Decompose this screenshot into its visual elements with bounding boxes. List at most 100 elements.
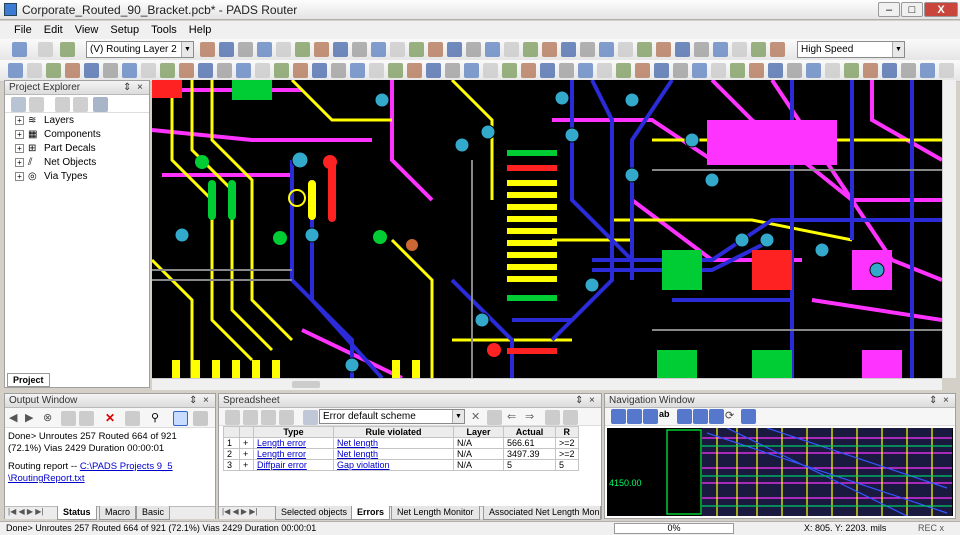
select-icon[interactable]: [238, 42, 253, 57]
report-icon[interactable]: [578, 63, 593, 78]
trace-icon[interactable]: [825, 63, 840, 78]
close-icon[interactable]: ×: [943, 394, 949, 407]
cursor-icon[interactable]: [711, 63, 726, 78]
forward-icon[interactable]: ▶: [25, 411, 40, 426]
route-icon[interactable]: [730, 63, 745, 78]
label-icon[interactable]: [293, 63, 308, 78]
back-icon[interactable]: ◀: [9, 411, 24, 426]
lock-icon[interactable]: [901, 63, 916, 78]
split-icon[interactable]: [464, 63, 479, 78]
tree-item-part-decals[interactable]: + ⊞ Part Decals: [5, 141, 149, 155]
split-icon[interactable]: [806, 63, 821, 78]
minimize-button[interactable]: –: [878, 2, 900, 17]
apply-icon[interactable]: [487, 410, 502, 425]
refresh-icon[interactable]: [93, 97, 108, 112]
stop-icon[interactable]: ⊗: [43, 411, 58, 426]
print-icon[interactable]: [243, 410, 258, 425]
route-icon[interactable]: [46, 63, 61, 78]
tool-icon[interactable]: [8, 63, 23, 78]
find-icon[interactable]: ⚲: [151, 411, 166, 426]
close-icon[interactable]: ×: [137, 81, 143, 94]
view-icon[interactable]: [654, 63, 669, 78]
expand-icon[interactable]: +: [239, 459, 254, 471]
select-icon[interactable]: [580, 42, 595, 57]
pin-icon[interactable]: ⇕: [189, 394, 197, 407]
route-icon[interactable]: [257, 42, 272, 57]
settings-icon[interactable]: [447, 42, 462, 57]
snap-icon[interactable]: [844, 63, 859, 78]
layers-icon[interactable]: [597, 63, 612, 78]
find-icon[interactable]: [371, 42, 386, 57]
snap-icon[interactable]: [502, 63, 517, 78]
copy-icon[interactable]: [261, 410, 276, 425]
label-icon[interactable]: [635, 63, 650, 78]
tab-scroll-icon[interactable]: |◀ ◀ ▶ ▶|: [222, 507, 257, 516]
menu-view[interactable]: View: [75, 24, 99, 36]
copy-icon[interactable]: [61, 411, 76, 426]
trace-icon[interactable]: [483, 63, 498, 78]
print-icon[interactable]: [523, 42, 538, 57]
add-via-icon[interactable]: [103, 63, 118, 78]
close-icon[interactable]: ×: [203, 394, 209, 407]
viewport-box[interactable]: [666, 429, 702, 515]
speed-select[interactable]: High Speed ▼: [797, 41, 905, 58]
close-icon[interactable]: ×: [589, 394, 595, 407]
via-icon[interactable]: [709, 409, 724, 424]
measure-icon[interactable]: [521, 63, 536, 78]
window-icon[interactable]: [751, 42, 766, 57]
layer-select[interactable]: (V) Routing Layer 2 ▼: [86, 41, 194, 58]
tab-scroll-icon[interactable]: |◀ ◀ ▶ ▶|: [8, 507, 43, 516]
zoom-select-icon[interactable]: [643, 409, 658, 424]
grid-icon[interactable]: [770, 42, 785, 57]
tree-item-via-types[interactable]: + ◎ Via Types: [5, 169, 149, 183]
cancel-icon[interactable]: ✕: [471, 410, 486, 425]
grid-icon[interactable]: [428, 42, 443, 57]
column-header[interactable]: R: [555, 426, 579, 438]
tune-icon[interactable]: [749, 63, 764, 78]
move-icon[interactable]: [768, 63, 783, 78]
cell-type[interactable]: Length error: [253, 437, 334, 449]
navigation-preview[interactable]: 4150.00: [607, 428, 953, 516]
report-icon[interactable]: [236, 63, 251, 78]
column-header[interactable]: Rule violated: [333, 426, 454, 438]
tool-icon[interactable]: [692, 63, 707, 78]
open-icon[interactable]: [12, 42, 27, 57]
view-icon[interactable]: [312, 63, 327, 78]
find-icon[interactable]: [713, 42, 728, 57]
help-icon[interactable]: [466, 42, 481, 57]
cursor-icon[interactable]: [27, 63, 42, 78]
pan-icon[interactable]: [732, 42, 747, 57]
table-row[interactable]: 1 + Length error Net length N/A 566.61 >…: [223, 437, 579, 449]
toggle-icon[interactable]: [673, 63, 688, 78]
grid-icon[interactable]: [193, 411, 208, 426]
lock-icon[interactable]: [559, 63, 574, 78]
tab-macro[interactable]: Macro: [99, 506, 137, 520]
tune-icon[interactable]: [65, 63, 80, 78]
report-icon[interactable]: [920, 63, 935, 78]
scheme-icon[interactable]: [303, 410, 318, 425]
split-icon[interactable]: [122, 63, 137, 78]
arrow-left-icon[interactable]: ⇐: [507, 410, 522, 425]
undo-icon[interactable]: [656, 42, 671, 57]
refresh-icon[interactable]: ⟳: [725, 409, 740, 424]
label-icon[interactable]: ab: [659, 409, 674, 424]
tree-item-net-objects[interactable]: + ⫽ Net Objects: [5, 155, 149, 169]
scheme-select[interactable]: Error default scheme ▼: [319, 409, 465, 424]
column-header[interactable]: Layer: [453, 426, 504, 438]
pcb-layout[interactable]: [152, 80, 942, 378]
zoom-icon[interactable]: [295, 42, 310, 57]
layers-icon[interactable]: [255, 63, 270, 78]
layers-icon[interactable]: [939, 63, 954, 78]
zoom-all-icon[interactable]: [611, 409, 626, 424]
add-via-icon[interactable]: [445, 63, 460, 78]
maximize-button[interactable]: □: [901, 2, 923, 17]
zoom-board-icon[interactable]: [627, 409, 642, 424]
via-icon[interactable]: [618, 42, 633, 57]
expand-icon[interactable]: +: [15, 171, 24, 181]
open-icon[interactable]: [485, 42, 500, 57]
route-icon[interactable]: [677, 409, 692, 424]
tab-selected-objects[interactable]: Selected objects: [275, 506, 354, 520]
tab-project[interactable]: Project: [7, 373, 50, 387]
report-link[interactable]: C:\PADS Projects 9_5: [80, 461, 173, 472]
undo-icon[interactable]: [314, 42, 329, 57]
